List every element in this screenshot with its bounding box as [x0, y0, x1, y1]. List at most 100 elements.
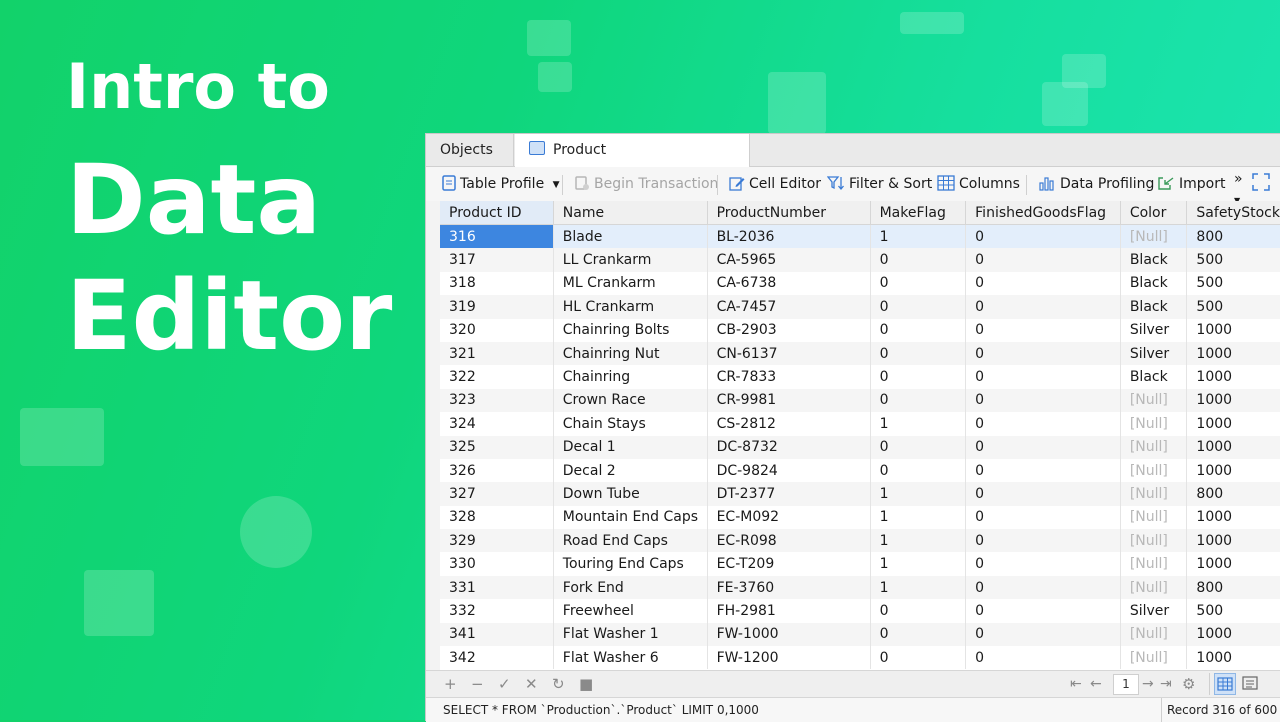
table-cell[interactable]: Blade [553, 224, 708, 249]
cell-product-id[interactable]: 328 [440, 505, 554, 530]
table-cell[interactable]: 1000 [1186, 505, 1280, 530]
more-tools-button[interactable]: »▼ [1234, 169, 1243, 205]
table-cell[interactable]: 800 [1186, 482, 1280, 506]
table-cell[interactable]: 1000 [1186, 435, 1280, 459]
table-cell[interactable]: 0 [965, 482, 1121, 506]
table-cell[interactable]: 1000 [1186, 341, 1280, 366]
delete-row-button[interactable]: − [471, 671, 484, 697]
table-cell[interactable]: DC-9824 [707, 458, 871, 483]
table-cell[interactable]: 0 [965, 646, 1121, 670]
table-cell[interactable]: 1 [870, 505, 967, 530]
table-cell[interactable]: [Null] [1120, 505, 1188, 530]
table-cell[interactable]: 0 [965, 575, 1121, 600]
table-cell[interactable]: Chainring [553, 365, 708, 389]
cell-product-id[interactable]: 331 [440, 575, 554, 600]
table-cell[interactable]: LL Crankarm [553, 248, 708, 272]
cell-product-id[interactable]: 322 [440, 365, 554, 389]
table-cell[interactable]: FW-1000 [707, 622, 871, 647]
next-page-button[interactable]: → [1142, 671, 1154, 697]
table-cell[interactable]: 0 [965, 435, 1121, 459]
table-cell[interactable]: Freewheel [553, 599, 708, 623]
table-row[interactable]: 318 ML Crankarm CA-6738 0 0 Black 500 [440, 271, 1280, 296]
table-row[interactable]: 319 HL Crankarm CA-7457 0 0 Black 500 [440, 295, 1280, 319]
table-cell[interactable]: CB-2903 [707, 318, 871, 342]
table-cell[interactable]: Decal 1 [553, 435, 708, 459]
cell-product-id[interactable]: 319 [440, 295, 554, 319]
table-row[interactable]: 326 Decal 2 DC-9824 0 0 [Null] 1000 [440, 458, 1280, 483]
table-cell[interactable]: 1000 [1186, 388, 1280, 413]
cell-product-id[interactable]: 318 [440, 271, 554, 296]
table-cell[interactable]: EC-M092 [707, 505, 871, 530]
table-cell[interactable]: 0 [870, 341, 967, 366]
column-header[interactable]: FinishedGoodsFlag [965, 201, 1121, 225]
table-cell[interactable]: Chainring Nut [553, 341, 708, 366]
table-cell[interactable]: 0 [965, 318, 1121, 342]
table-row[interactable]: 331 Fork End FE-3760 1 0 [Null] 800 [440, 575, 1280, 600]
table-cell[interactable]: 500 [1186, 295, 1280, 319]
table-cell[interactable]: Silver [1120, 318, 1188, 342]
cell-product-id[interactable]: 320 [440, 318, 554, 342]
cell-product-id[interactable]: 316 [440, 224, 554, 249]
column-header[interactable]: ProductNumber [707, 201, 871, 225]
table-cell[interactable]: Fork End [553, 575, 708, 600]
table-cell[interactable]: 1000 [1186, 365, 1280, 389]
table-row[interactable]: 322 Chainring CR-7833 0 0 Black 1000 [440, 365, 1280, 389]
table-cell[interactable]: 500 [1186, 248, 1280, 272]
table-cell[interactable]: 0 [965, 365, 1121, 389]
table-cell[interactable]: Flat Washer 1 [553, 622, 708, 647]
table-cell[interactable]: 0 [965, 412, 1121, 436]
filter-sort-button[interactable]: Filter & Sort [827, 167, 932, 201]
table-row[interactable]: 329 Road End Caps EC-R098 1 0 [Null] 1000 [440, 529, 1280, 553]
table-cell[interactable]: 1000 [1186, 318, 1280, 342]
table-cell[interactable]: 0 [870, 318, 967, 342]
table-cell[interactable]: CN-6137 [707, 341, 871, 366]
table-row[interactable]: 325 Decal 1 DC-8732 0 0 [Null] 1000 [440, 435, 1280, 459]
table-cell[interactable]: [Null] [1120, 458, 1188, 483]
table-cell[interactable]: Chain Stays [553, 412, 708, 436]
table-cell[interactable]: Down Tube [553, 482, 708, 506]
table-cell[interactable]: 0 [965, 271, 1121, 296]
refresh-button[interactable]: ↻ [552, 671, 565, 697]
table-cell[interactable]: CS-2812 [707, 412, 871, 436]
table-cell[interactable]: 1 [870, 529, 967, 553]
table-cell[interactable]: Crown Race [553, 388, 708, 413]
table-cell[interactable]: Silver [1120, 341, 1188, 366]
table-cell[interactable]: 800 [1186, 575, 1280, 600]
cell-product-id[interactable]: 330 [440, 552, 554, 576]
expand-button[interactable] [1252, 167, 1274, 201]
table-cell[interactable]: 800 [1186, 224, 1280, 249]
table-row[interactable]: 332 Freewheel FH-2981 0 0 Silver 500 [440, 599, 1280, 623]
table-cell[interactable]: Touring End Caps [553, 552, 708, 576]
begin-transaction-button[interactable]: Begin Transaction [574, 167, 718, 201]
table-cell[interactable]: Black [1120, 365, 1188, 389]
table-cell[interactable]: [Null] [1120, 622, 1188, 647]
table-cell[interactable]: Decal 2 [553, 458, 708, 483]
table-cell[interactable]: 0 [965, 458, 1121, 483]
table-cell[interactable]: [Null] [1120, 552, 1188, 576]
table-cell[interactable]: 0 [965, 388, 1121, 413]
table-cell[interactable]: 500 [1186, 271, 1280, 296]
apply-button[interactable]: ✓ [498, 671, 511, 697]
table-row[interactable]: 320 Chainring Bolts CB-2903 0 0 Silver 1000 [440, 318, 1280, 342]
table-cell[interactable]: FE-3760 [707, 575, 871, 600]
tab-objects[interactable]: Objects [426, 134, 514, 166]
table-row[interactable]: 317 LL Crankarm CA-5965 0 0 Black 500 [440, 248, 1280, 272]
table-cell[interactable]: 0 [870, 622, 967, 647]
table-row[interactable]: 316 Blade BL-2036 1 0 [Null] 800 [440, 224, 1280, 249]
table-cell[interactable]: Chainring Bolts [553, 318, 708, 342]
cell-product-id[interactable]: 317 [440, 248, 554, 272]
column-header[interactable]: MakeFlag [870, 201, 967, 225]
table-cell[interactable]: [Null] [1120, 575, 1188, 600]
table-cell[interactable]: 1 [870, 552, 967, 576]
table-cell[interactable]: Black [1120, 271, 1188, 296]
cell-product-id[interactable]: 327 [440, 482, 554, 506]
table-cell[interactable]: HL Crankarm [553, 295, 708, 319]
table-cell[interactable]: 1 [870, 482, 967, 506]
table-cell[interactable]: FH-2981 [707, 599, 871, 623]
discard-button[interactable]: ✕ [525, 671, 538, 697]
cell-editor-button[interactable]: Cell Editor [729, 167, 821, 201]
form-view-button[interactable] [1240, 673, 1262, 695]
table-cell[interactable]: 0 [965, 248, 1121, 272]
table-cell[interactable]: 0 [870, 435, 967, 459]
table-cell[interactable]: 0 [870, 599, 967, 623]
